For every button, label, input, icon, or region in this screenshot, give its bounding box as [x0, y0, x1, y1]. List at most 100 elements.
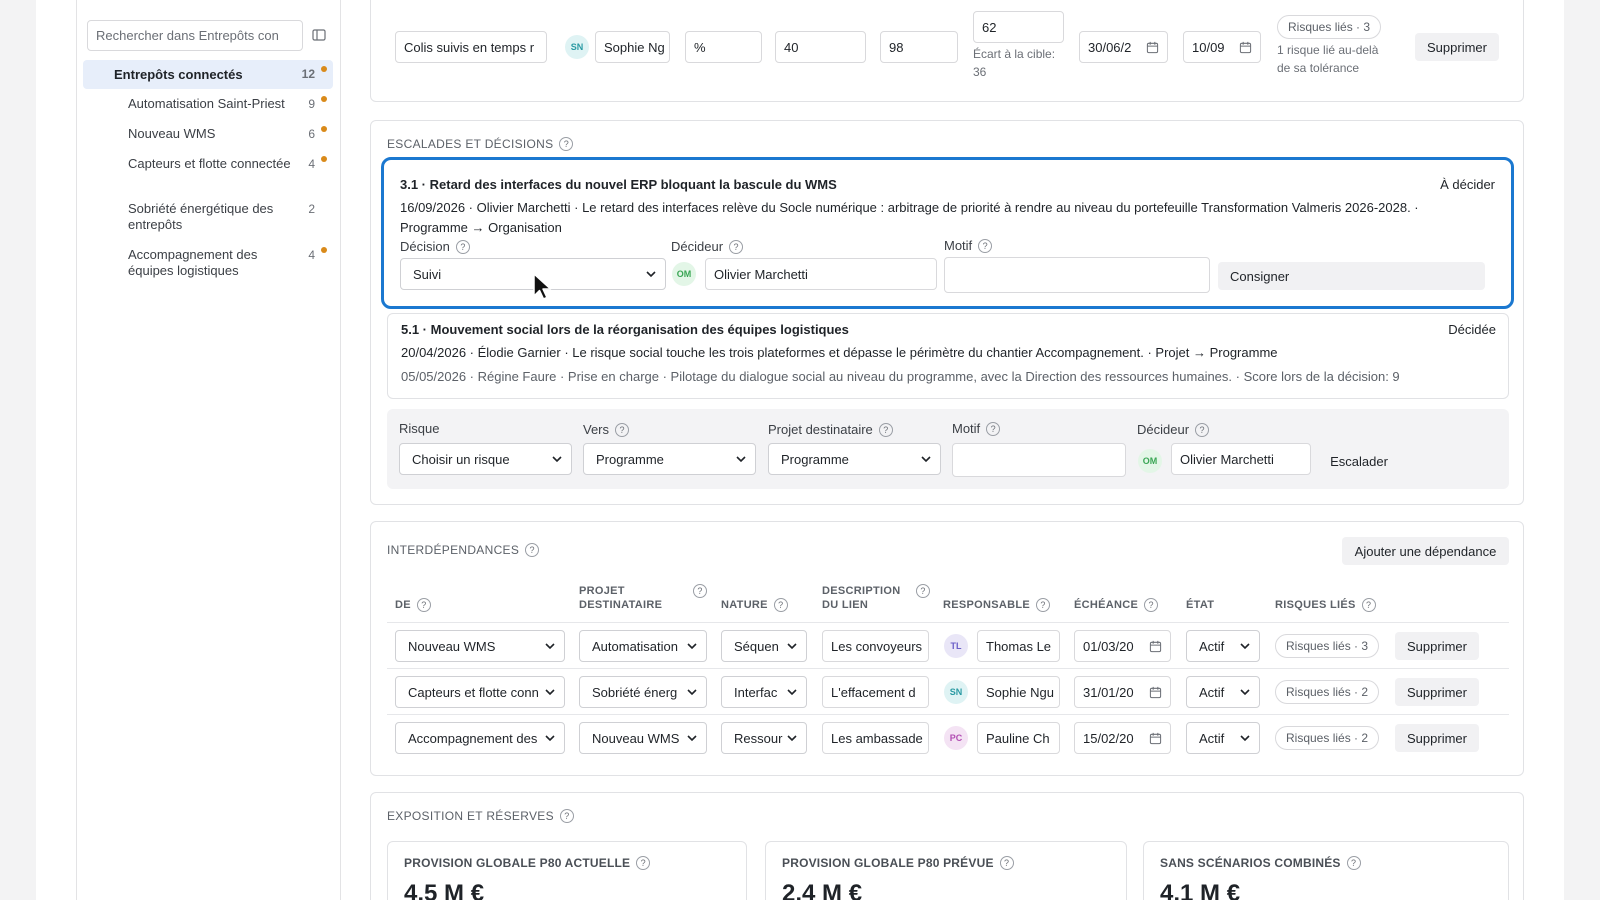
header-text: NATURE [721, 599, 768, 611]
dependency-due-date[interactable]: 15/02/20 [1074, 722, 1171, 754]
help-icon[interactable]: ? [916, 584, 930, 598]
dependency-project-select[interactable]: Nouveau WMS [579, 722, 707, 754]
to-select[interactable]: Programme [583, 443, 756, 475]
section-title-text: INTERDÉPENDANCES [387, 543, 520, 557]
help-icon[interactable]: ? [525, 543, 540, 557]
escalate-form: Risque Choisir un risque Vers ? Programm… [387, 409, 1509, 489]
calendar-icon[interactable] [1149, 686, 1162, 699]
sidebar-item-nouveau-wms[interactable]: Nouveau WMS 6 [83, 126, 333, 142]
motif-input[interactable] [952, 443, 1126, 477]
sidebar-item-label: Accompagnement des équipes logistiques [128, 247, 258, 278]
sidebar-item-sobriete[interactable]: Sobriété énergétique des entrepôts 2 [83, 201, 333, 233]
calendar-icon[interactable] [1149, 640, 1162, 653]
dependency-from-select[interactable]: Accompagnement des [395, 722, 565, 754]
help-icon[interactable]: ? [1195, 422, 1210, 437]
kpi-target-input[interactable]: 98 [880, 31, 958, 63]
metric-title: PROVISION GLOBALE P80 PRÉVUE? [782, 856, 1014, 870]
column-header-from: DE? [395, 598, 431, 612]
select-value: Actif [1199, 730, 1225, 746]
dependency-nature-select[interactable]: Séquen [721, 630, 807, 662]
consigner-button[interactable]: Consigner [1218, 262, 1485, 290]
dependency-from-select[interactable]: Capteurs et flotte conn [395, 676, 565, 708]
label-text: Projet destinataire [768, 422, 873, 437]
metric-title-text: PROVISION GLOBALE P80 ACTUELLE [404, 856, 631, 870]
delete-button[interactable]: Supprimer [1415, 33, 1499, 61]
help-icon[interactable]: ? [636, 856, 651, 870]
calendar-icon[interactable] [1149, 732, 1162, 745]
kpi-owner-input[interactable]: Sophie Ng [595, 31, 670, 63]
chevron-down-icon [1240, 689, 1250, 696]
dependency-state-select[interactable]: Actif [1186, 630, 1260, 662]
project-select[interactable]: Programme [768, 443, 941, 475]
dependency-description-input[interactable]: Les convoyeurs [822, 630, 929, 662]
dependency-due-date[interactable]: 31/01/20 [1074, 676, 1171, 708]
delete-button[interactable]: Supprimer [1395, 632, 1479, 660]
help-icon[interactable]: ? [1036, 598, 1051, 612]
calendar-icon[interactable] [1239, 41, 1252, 54]
kpi-start-date[interactable]: 30/06/2 [1079, 31, 1168, 63]
kpi-current-input[interactable]: 62 [973, 11, 1064, 43]
label-text: Décideur [671, 239, 724, 254]
help-icon[interactable]: ? [1346, 856, 1361, 870]
section-title-text: ESCALADES ET DÉCISIONS [387, 137, 554, 151]
risks-linked-pill[interactable]: Risques liés · 3 [1277, 15, 1382, 39]
column-header-risks: RISQUES LIÉS? [1275, 598, 1376, 612]
help-icon[interactable]: ? [978, 238, 993, 253]
dependency-description-input[interactable]: L'effacement d [822, 676, 929, 708]
kpi-unit-input[interactable]: % [685, 31, 762, 63]
dependency-state-select[interactable]: Actif [1186, 722, 1260, 754]
decider-input[interactable]: Olivier Marchetti [1171, 443, 1311, 475]
delete-button[interactable]: Supprimer [1395, 678, 1479, 706]
help-icon[interactable]: ? [1361, 598, 1376, 612]
risk-select[interactable]: Choisir un risque [399, 443, 572, 475]
risks-linked-pill[interactable]: Risques liés · 2 [1275, 726, 1380, 750]
help-icon[interactable]: ? [878, 422, 893, 437]
help-icon[interactable]: ? [416, 598, 431, 612]
alert-dot [321, 126, 327, 132]
help-icon[interactable]: ? [729, 239, 744, 254]
dependency-state-select[interactable]: Actif [1186, 676, 1260, 708]
kpi-end-date[interactable]: 10/09 [1183, 31, 1261, 63]
dependency-due-date[interactable]: 01/03/20 [1074, 630, 1171, 662]
dependency-from-select[interactable]: Nouveau WMS [395, 630, 565, 662]
help-icon[interactable]: ? [559, 137, 574, 151]
dependency-description-input[interactable]: Les ambassade [822, 722, 929, 754]
section-title: ESCALADES ET DÉCISIONS ? [387, 137, 574, 151]
dependency-project-select[interactable]: Sobriété énerg [579, 676, 707, 708]
metric-title: SANS SCÉNARIOS COMBINÉS? [1160, 856, 1361, 870]
dependency-nature-select[interactable]: Interfac [721, 676, 807, 708]
metric-card-p80-actuelle: PROVISION GLOBALE P80 ACTUELLE? 4,5 M € [387, 841, 747, 900]
help-icon[interactable]: ? [773, 598, 788, 612]
label-text: Décision [400, 239, 450, 254]
sidebar-item-capteurs[interactable]: Capteurs et flotte connectée 4 [83, 156, 333, 172]
help-icon[interactable]: ? [455, 239, 470, 254]
dependency-owner-input[interactable]: Pauline Ch [977, 722, 1060, 754]
help-icon[interactable]: ? [559, 809, 574, 823]
dependency-nature-select[interactable]: Ressour [721, 722, 807, 754]
decider-input[interactable]: Olivier Marchetti [705, 258, 937, 290]
help-icon[interactable]: ? [999, 856, 1014, 870]
help-icon[interactable]: ? [1144, 598, 1159, 612]
dependency-owner-input[interactable]: Thomas Le [977, 630, 1060, 662]
select-value: Nouveau WMS [408, 638, 496, 654]
motif-input[interactable] [944, 257, 1210, 293]
sidebar-item-automatisation[interactable]: Automatisation Saint-Priest 9 [83, 96, 333, 112]
risks-linked-pill[interactable]: Risques liés · 3 [1275, 634, 1380, 658]
sidebar-item-accompagnement[interactable]: Accompagnement des équipes logistiques 4 [83, 247, 333, 279]
calendar-icon[interactable] [1146, 41, 1159, 54]
dependency-project-select[interactable]: Automatisation [579, 630, 707, 662]
escalate-button[interactable]: Escalader [1319, 447, 1399, 475]
delete-button[interactable]: Supprimer [1395, 724, 1479, 752]
help-icon[interactable]: ? [986, 421, 1001, 436]
sidebar-search-input[interactable]: Rechercher dans Entrepôts con [87, 20, 303, 51]
alert-dot [321, 247, 327, 253]
kpi-name-input[interactable]: Colis suivis en temps r [395, 31, 547, 63]
dependency-owner-input[interactable]: Sophie Ngu [977, 676, 1060, 708]
kpi-baseline-input[interactable]: 40 [775, 31, 866, 63]
risks-linked-pill[interactable]: Risques liés · 2 [1275, 680, 1380, 704]
add-dependency-button[interactable]: Ajouter une dépendance [1342, 537, 1509, 565]
help-icon[interactable]: ? [693, 584, 707, 598]
sidebar-toggle-icon[interactable] [311, 27, 327, 43]
sidebar-item-entrepots-connectes[interactable]: Entrepôts connectés 12 [83, 60, 333, 89]
help-icon[interactable]: ? [615, 422, 630, 437]
